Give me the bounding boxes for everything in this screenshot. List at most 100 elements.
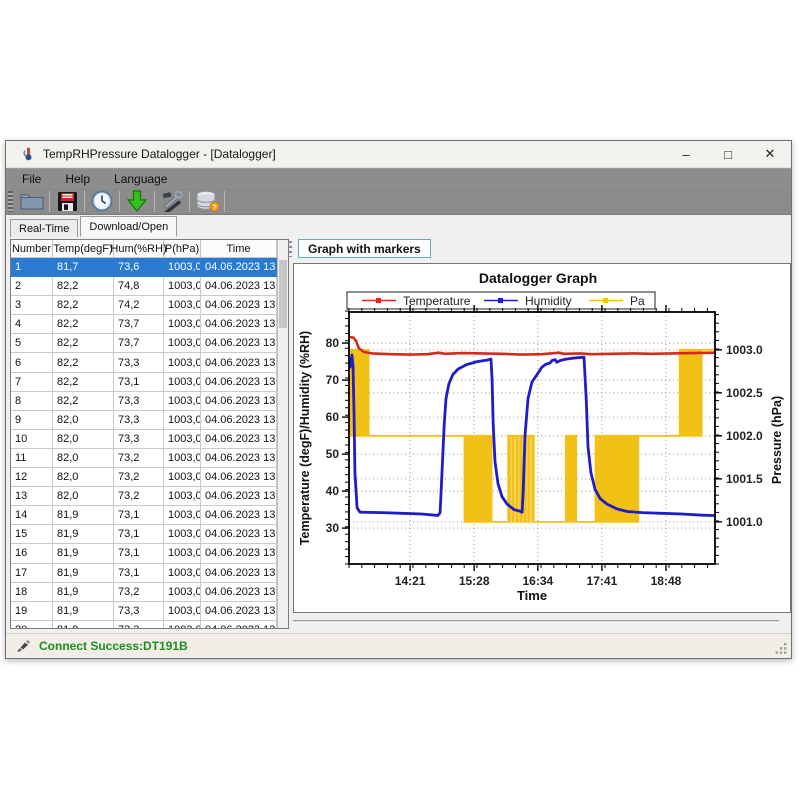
table-cell: 73,3 <box>114 430 164 449</box>
table-cell: 04.06.2023 13... <box>201 621 277 629</box>
table-cell: 1003,0 <box>164 583 201 602</box>
table-cell: 73,3 <box>114 602 164 621</box>
table-cell: 73,3 <box>114 353 164 372</box>
table-cell: 04.06.2023 13... <box>201 430 277 449</box>
table-row[interactable]: 1781,973,11003,004.06.2023 13... <box>11 564 277 583</box>
toolbar-separator <box>154 191 155 212</box>
table-row[interactable]: 382,274,21003,004.06.2023 13... <box>11 296 277 315</box>
window-title: TempRHPressure Datalogger - [Datalogger] <box>43 147 276 161</box>
table-cell: 13 <box>11 487 53 506</box>
table-cell: 82,2 <box>53 392 114 411</box>
toolbar-separator <box>49 191 50 212</box>
svg-text:1001.5: 1001.5 <box>726 472 763 486</box>
menu-item-file[interactable]: File <box>6 169 53 188</box>
tab-real-time[interactable]: Real-Time <box>10 219 78 237</box>
open-folder-icon <box>20 191 44 211</box>
table-cell: 74,8 <box>114 277 164 296</box>
svg-text:?: ? <box>212 202 217 211</box>
table-cell: 1 <box>11 258 53 277</box>
table-cell: 18 <box>11 583 53 602</box>
table-row[interactable]: 582,273,71003,004.06.2023 13... <box>11 334 277 353</box>
table-row[interactable]: 782,273,11003,004.06.2023 13... <box>11 373 277 392</box>
clock-button[interactable] <box>87 189 117 214</box>
table-cell: 1003,0 <box>164 430 201 449</box>
splitter-grip[interactable] <box>289 241 292 257</box>
svg-text:1002.0: 1002.0 <box>726 429 763 443</box>
table-scrollbar[interactable] <box>277 240 288 628</box>
table-row[interactable]: 181,773,61003,004.06.2023 13... <box>11 258 277 277</box>
table-row[interactable]: 2081,973,31003,004.06.2023 13... <box>11 621 277 629</box>
table-row[interactable]: 1681,973,11003,004.06.2023 13... <box>11 544 277 563</box>
column-header[interactable]: Hum(%RH) <box>114 240 164 258</box>
table-cell: 1003,0 <box>164 373 201 392</box>
table-row[interactable]: 1881,973,21003,004.06.2023 13... <box>11 583 277 602</box>
svg-text:16:34: 16:34 <box>523 574 554 588</box>
toolbar: ? <box>6 188 791 215</box>
table-cell: 73,1 <box>114 564 164 583</box>
minimize-button[interactable]: – <box>665 141 707 167</box>
maximize-button[interactable]: □ <box>707 141 749 167</box>
table-cell: 04.06.2023 13... <box>201 392 277 411</box>
download-arrow-icon <box>127 190 147 212</box>
table-cell: 73,3 <box>114 621 164 629</box>
table-cell: 73,1 <box>114 506 164 525</box>
table-cell: 04.06.2023 13... <box>201 564 277 583</box>
database-button[interactable]: ? <box>192 189 222 214</box>
toolbar-grip[interactable] <box>8 191 13 212</box>
table-row[interactable]: 1182,073,21003,004.06.2023 13... <box>11 449 277 468</box>
title-bar: TempRHPressure Datalogger - [Datalogger]… <box>6 141 791 168</box>
y-axis-label-left: Temperature (degF)/Humidity (%RH) <box>298 331 312 545</box>
table-cell: 73,2 <box>114 583 164 602</box>
column-header[interactable]: Temp(degF) <box>53 240 114 258</box>
svg-text:15:28: 15:28 <box>459 574 490 588</box>
resize-grip[interactable] <box>775 642 788 655</box>
table-row[interactable]: 482,273,71003,004.06.2023 13... <box>11 315 277 334</box>
table-cell: 15 <box>11 525 53 544</box>
legend-label-pa: Pa <box>630 294 645 308</box>
table-row[interactable]: 882,273,31003,004.06.2023 13... <box>11 392 277 411</box>
close-button[interactable]: ✕ <box>749 141 791 167</box>
temperature-series <box>350 337 714 354</box>
table-cell: 73,2 <box>114 449 164 468</box>
datalogger-graph: Datalogger Graph TemperatureHumidityPa 3… <box>294 264 790 612</box>
table-row[interactable]: 1581,973,11003,004.06.2023 13... <box>11 525 277 544</box>
column-header[interactable]: Number <box>11 240 53 258</box>
table-cell: 73,1 <box>114 544 164 563</box>
menu-bar: FileHelpLanguage <box>6 168 791 188</box>
table-cell: 04.06.2023 13... <box>201 506 277 525</box>
table-cell: 04.06.2023 13... <box>201 468 277 487</box>
pa-series <box>350 350 714 522</box>
svg-text:14:21: 14:21 <box>395 574 426 588</box>
table-row[interactable]: 982,073,31003,004.06.2023 13... <box>11 411 277 430</box>
menu-item-help[interactable]: Help <box>53 169 102 188</box>
table-cell: 04.06.2023 13... <box>201 602 277 621</box>
table-cell: 04.06.2023 13... <box>201 334 277 353</box>
table-cell: 1003,0 <box>164 564 201 583</box>
table-row[interactable]: 1282,073,21003,004.06.2023 13... <box>11 468 277 487</box>
svg-text:17:41: 17:41 <box>587 574 618 588</box>
svg-text:70: 70 <box>326 373 340 387</box>
table-cell: 82,0 <box>53 411 114 430</box>
scrollbar-thumb[interactable] <box>279 260 287 328</box>
column-header[interactable]: P(hPa) <box>164 240 201 258</box>
tab-download-open[interactable]: Download/Open <box>80 216 177 237</box>
table-cell: 81,9 <box>53 506 114 525</box>
save-button[interactable] <box>52 189 82 214</box>
table-cell: 73,2 <box>114 468 164 487</box>
download-button[interactable] <box>122 189 152 214</box>
table-cell: 1003,0 <box>164 487 201 506</box>
menu-item-language[interactable]: Language <box>102 169 179 188</box>
table-row[interactable]: 1481,973,11003,004.06.2023 13... <box>11 506 277 525</box>
table-row[interactable]: 282,274,81003,004.06.2023 13... <box>11 277 277 296</box>
table-row[interactable]: 1082,073,31003,004.06.2023 13... <box>11 430 277 449</box>
table-cell: 1003,0 <box>164 621 201 629</box>
table-row[interactable]: 1382,073,21003,004.06.2023 13... <box>11 487 277 506</box>
table-row[interactable]: 1981,973,31003,004.06.2023 13... <box>11 602 277 621</box>
open-folder-button[interactable] <box>17 189 47 214</box>
status-message: Connect Success:DT191B <box>39 639 188 653</box>
svg-text:40: 40 <box>326 484 340 498</box>
table-cell: 04.06.2023 13... <box>201 487 277 506</box>
settings-button[interactable] <box>157 189 187 214</box>
column-header[interactable]: Time <box>201 240 277 258</box>
table-row[interactable]: 682,273,31003,004.06.2023 13... <box>11 353 277 372</box>
